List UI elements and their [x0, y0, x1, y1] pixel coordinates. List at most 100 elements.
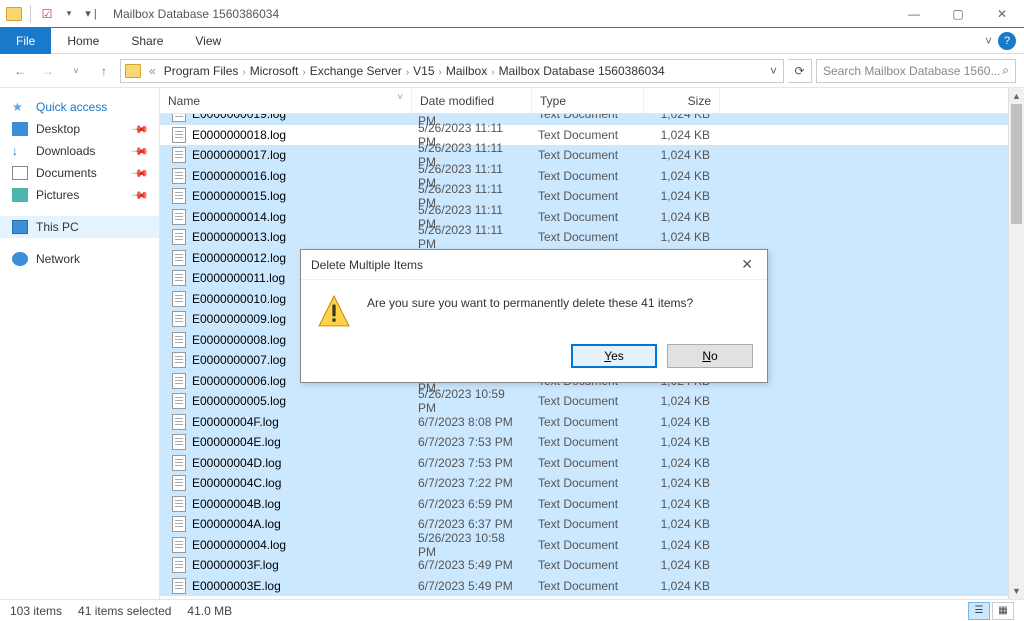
file-row[interactable]: E00000004F.log6/7/2023 8:08 PMText Docum… — [160, 412, 1024, 433]
search-input[interactable]: Search Mailbox Database 1560... ⌕ — [816, 59, 1016, 83]
nav-up-button[interactable]: ↑ — [92, 59, 116, 83]
scrollbar[interactable]: ▲ ▼ — [1008, 88, 1024, 599]
scroll-down-icon[interactable]: ▼ — [1009, 583, 1024, 599]
file-row[interactable]: E0000000016.log5/26/2023 11:11 PMText Do… — [160, 166, 1024, 187]
breadcrumb-segment[interactable]: Mailbox — [442, 64, 491, 78]
file-icon — [172, 537, 186, 553]
sidebar-this-pc[interactable]: This PC — [0, 216, 159, 238]
file-icon — [172, 393, 186, 409]
file-icon — [172, 291, 186, 307]
file-type: Text Document — [530, 476, 642, 490]
file-icon — [172, 127, 186, 143]
column-name[interactable]: Name˅ — [160, 88, 412, 113]
dialog-close-button[interactable]: ✕ — [737, 252, 757, 277]
file-row[interactable]: E0000000019.log5/26/2023 11:12 PMText Do… — [160, 114, 1024, 125]
ribbon-chevron-icon[interactable]: ˅ — [985, 34, 992, 48]
view-large-icons-button[interactable]: ▦ — [992, 602, 1014, 620]
properties-icon[interactable]: ☑ — [37, 4, 57, 24]
pin-icon: 📌 — [131, 120, 150, 139]
file-type: Text Document — [530, 456, 642, 470]
column-headers: Name˅ Date modified Type Size — [160, 88, 1024, 114]
file-type: Text Document — [530, 114, 642, 121]
breadcrumb-segment[interactable]: Exchange Server — [306, 64, 406, 78]
file-icon — [172, 147, 186, 163]
sidebar-pictures[interactable]: Pictures📌 — [0, 184, 159, 206]
nav-back-button[interactable]: ← — [8, 59, 32, 83]
file-row[interactable]: E0000000014.log5/26/2023 11:11 PMText Do… — [160, 207, 1024, 228]
file-row[interactable]: E0000000015.log5/26/2023 11:11 PMText Do… — [160, 186, 1024, 207]
file-row[interactable]: E00000004A.log6/7/2023 6:37 PMText Docum… — [160, 514, 1024, 535]
status-selected-size: 41.0 MB — [187, 604, 232, 618]
dialog-no-button[interactable]: No — [667, 344, 753, 368]
tab-view[interactable]: View — [179, 28, 237, 54]
sidebar-downloads[interactable]: Downloads📌 — [0, 140, 159, 162]
file-row[interactable]: E00000004D.log6/7/2023 7:53 PMText Docum… — [160, 453, 1024, 474]
breadcrumb-segment[interactable]: Mailbox Database 1560386034 — [495, 64, 669, 78]
file-icon — [172, 168, 186, 184]
help-icon[interactable]: ? — [998, 32, 1016, 50]
file-name: E0000000005.log — [192, 394, 410, 408]
qat-customize-icon[interactable]: ▾ | — [81, 4, 101, 24]
file-row[interactable]: E00000004B.log6/7/2023 6:59 PMText Docum… — [160, 494, 1024, 515]
nav-forward-button[interactable]: → — [36, 59, 60, 83]
breadcrumb-segment[interactable]: Microsoft — [246, 64, 303, 78]
file-type: Text Document — [530, 189, 642, 203]
nav-history-dropdown[interactable]: ˅ — [64, 59, 88, 83]
status-selected-count: 41 items selected — [78, 604, 171, 618]
file-row[interactable]: E00000003F.log6/7/2023 5:49 PMText Docum… — [160, 555, 1024, 576]
file-icon — [172, 557, 186, 573]
column-date[interactable]: Date modified — [412, 88, 532, 113]
sidebar-quick-access[interactable]: Quick access — [0, 96, 159, 118]
column-type[interactable]: Type — [532, 88, 644, 113]
file-row[interactable]: E00000004C.log6/7/2023 7:22 PMText Docum… — [160, 473, 1024, 494]
pictures-icon — [12, 188, 28, 202]
file-row[interactable]: E0000000018.log5/26/2023 11:11 PMText Do… — [160, 125, 1024, 146]
breadcrumb-dropdown-icon[interactable]: ˅ — [768, 64, 779, 78]
file-row[interactable]: E0000000004.log5/26/2023 10:58 PMText Do… — [160, 535, 1024, 556]
file-icon — [172, 434, 186, 450]
tab-home[interactable]: Home — [51, 28, 115, 54]
file-size: 1,024 KB — [642, 394, 718, 408]
file-name: E00000003F.log — [192, 558, 410, 572]
sidebar-desktop[interactable]: Desktop📌 — [0, 118, 159, 140]
file-size: 1,024 KB — [642, 415, 718, 429]
file-row[interactable]: E0000000017.log5/26/2023 11:11 PMText Do… — [160, 145, 1024, 166]
file-icon — [172, 229, 186, 245]
file-type: Text Document — [530, 169, 642, 183]
minimize-button[interactable]: — — [892, 0, 936, 28]
breadcrumb-segment[interactable]: V15 — [409, 64, 438, 78]
view-details-button[interactable]: ☰ — [968, 602, 990, 620]
refresh-button[interactable]: ⟳ — [789, 60, 811, 82]
file-row[interactable]: E0000000005.log5/26/2023 10:59 PMText Do… — [160, 391, 1024, 412]
file-size: 1,024 KB — [642, 148, 718, 162]
documents-icon — [12, 166, 28, 180]
maximize-button[interactable]: ▢ — [936, 0, 980, 28]
file-date: 6/7/2023 7:22 PM — [410, 476, 530, 490]
breadcrumb[interactable]: « Program Files›Microsoft›Exchange Serve… — [120, 59, 784, 83]
sidebar-network[interactable]: Network — [0, 248, 159, 270]
qat-dropdown-icon[interactable]: ▾ — [59, 4, 79, 24]
tab-file[interactable]: File — [0, 28, 51, 54]
file-date: 6/7/2023 5:49 PM — [410, 558, 530, 572]
file-size: 1,024 KB — [642, 114, 718, 121]
breadcrumb-overflow[interactable]: « — [147, 64, 158, 78]
file-size: 1,024 KB — [642, 517, 718, 531]
scroll-thumb[interactable] — [1011, 104, 1022, 224]
this-pc-icon — [12, 220, 28, 234]
sidebar-documents[interactable]: Documents📌 — [0, 162, 159, 184]
file-row[interactable]: E0000000013.log5/26/2023 11:11 PMText Do… — [160, 227, 1024, 248]
file-size: 1,024 KB — [642, 476, 718, 490]
file-row[interactable]: E00000003E.log6/7/2023 5:49 PMText Docum… — [160, 576, 1024, 597]
file-icon — [172, 455, 186, 471]
dialog-yes-button[interactable]: Yes — [571, 344, 657, 368]
file-type: Text Document — [530, 230, 642, 244]
scroll-up-icon[interactable]: ▲ — [1009, 88, 1024, 104]
tab-share[interactable]: Share — [115, 28, 179, 54]
breadcrumb-segment[interactable]: Program Files — [160, 64, 243, 78]
file-name: E00000004B.log — [192, 497, 410, 511]
file-icon — [172, 352, 186, 368]
network-icon — [12, 252, 28, 266]
file-row[interactable]: E00000004E.log6/7/2023 7:53 PMText Docum… — [160, 432, 1024, 453]
column-size[interactable]: Size — [644, 88, 720, 113]
close-window-button[interactable]: ✕ — [980, 0, 1024, 28]
